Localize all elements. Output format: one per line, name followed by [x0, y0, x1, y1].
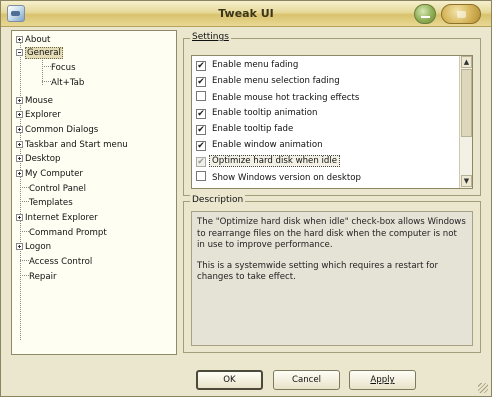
arrow-down-icon[interactable]: ▼ [461, 175, 472, 187]
tree-branch-line [42, 81, 51, 82]
tree-item-my-computer[interactable]: My Computer [16, 168, 83, 181]
checkbox[interactable]: ✔ [196, 61, 206, 71]
tree-item-alt-tab[interactable]: Alt+Tab [42, 77, 84, 90]
plus-box-icon[interactable] [16, 141, 23, 148]
setting-optimize-hard-disk[interactable]: ✔ Optimize hard disk when idle [196, 155, 341, 168]
tree-item-command-prompt[interactable]: Command Prompt [20, 227, 107, 240]
description-paragraph: This is a systemwide setting which requi… [197, 260, 439, 283]
tree-item-focus[interactable]: Focus [42, 62, 76, 75]
settings-scrollbar[interactable]: ▲ ▼ [459, 56, 472, 188]
checkbox[interactable]: ✔ [196, 141, 206, 151]
setting-enable-window-animation[interactable]: ✔ Enable window animation [196, 139, 323, 152]
setting-show-windows-version[interactable]: Show Windows version on desktop [196, 171, 361, 184]
tree-item-mouse[interactable]: Mouse [16, 95, 53, 108]
checkbox[interactable]: ✔ [196, 109, 206, 119]
title-bar[interactable]: Tweak UI [1, 1, 491, 27]
tree-item-general[interactable]: General [16, 47, 63, 60]
tree-branch-line [20, 187, 29, 188]
tree-item-logon[interactable]: Logon [16, 241, 51, 254]
plus-box-icon[interactable] [16, 214, 23, 221]
minimize-button[interactable] [414, 4, 436, 24]
checkbox[interactable] [196, 171, 206, 181]
plus-box-icon[interactable] [16, 126, 23, 133]
plus-box-icon[interactable] [16, 97, 23, 104]
tree-branch-line [42, 66, 51, 67]
tree-item-common-dialogs[interactable]: Common Dialogs [16, 124, 98, 137]
apply-label: Apply [370, 375, 395, 385]
category-tree[interactable]: About General Focus Alt+Tab Mouse Explor… [11, 30, 177, 355]
description-text: The "Optimize hard disk when idle" check… [191, 211, 473, 346]
settings-group: Settings ✔ Enable menu fading ✔ Enable men… [183, 32, 481, 196]
minus-box-icon[interactable] [16, 49, 23, 56]
checkbox[interactable]: ✔ [196, 157, 206, 167]
tree-item-control-panel[interactable]: Control Panel [20, 183, 86, 196]
tree-branch-line [20, 201, 29, 202]
tree-item-access-control[interactable]: Access Control [20, 256, 92, 269]
setting-enable-menu-selection-fading[interactable]: ✔ Enable menu selection fading [196, 75, 340, 88]
plus-box-icon[interactable] [16, 243, 23, 250]
description-paragraph: The "Optimize hard disk when idle" check… [197, 217, 466, 250]
plus-box-icon[interactable] [16, 170, 23, 177]
tree-item-about[interactable]: About [16, 34, 50, 47]
tree-item-desktop[interactable]: Desktop [16, 153, 60, 166]
tree-item-internet-explorer[interactable]: Internet Explorer [16, 212, 98, 225]
plus-box-icon[interactable] [16, 36, 23, 43]
tweak-ui-window: Tweak UI About General Focus Alt+Tab Mou… [0, 0, 492, 397]
arrow-up-icon[interactable]: ▲ [461, 56, 472, 68]
plus-box-icon[interactable] [16, 155, 23, 162]
resize-grip-icon[interactable] [478, 383, 488, 393]
setting-enable-tooltip-fade[interactable]: ✔ Enable tooltip fade [196, 123, 293, 136]
plus-box-icon[interactable] [16, 111, 23, 118]
tree-item-taskbar-start-menu[interactable]: Taskbar and Start menu [16, 139, 128, 152]
settings-checklist[interactable]: ✔ Enable menu fading ✔ Enable menu selecti… [191, 55, 473, 189]
checkbox[interactable]: ✔ [196, 77, 206, 87]
settings-group-label: Settings [190, 32, 231, 42]
description-group: Description The "Optimize hard disk when… [183, 195, 481, 353]
tree-branch-line [20, 231, 29, 232]
description-group-label: Description [190, 195, 246, 205]
ok-button[interactable]: OK [196, 370, 263, 390]
tree-item-explorer[interactable]: Explorer [16, 109, 61, 122]
checkbox[interactable]: ✔ [196, 125, 206, 135]
setting-enable-menu-fading[interactable]: ✔ Enable menu fading [196, 59, 298, 72]
setting-enable-mouse-hot-tracking[interactable]: Enable mouse hot tracking effects [196, 91, 359, 104]
scrollbar-thumb[interactable] [461, 69, 472, 137]
tree-item-repair[interactable]: Repair [20, 271, 57, 284]
tree-branch-line [20, 275, 29, 276]
cancel-button[interactable]: Cancel [273, 370, 340, 390]
close-button[interactable] [441, 4, 481, 24]
tree-branch-line [20, 260, 29, 261]
tree-item-templates[interactable]: Templates [20, 197, 73, 210]
apply-button[interactable]: Apply [349, 370, 416, 390]
setting-enable-tooltip-animation[interactable]: ✔ Enable tooltip animation [196, 107, 317, 120]
checkbox[interactable] [196, 91, 206, 101]
